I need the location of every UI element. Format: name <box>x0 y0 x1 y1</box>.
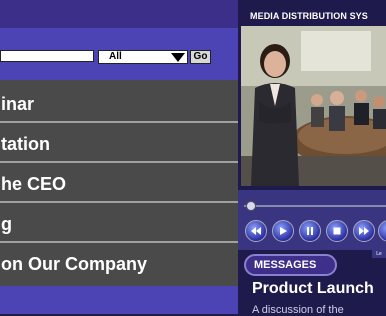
video-still-image <box>241 26 386 186</box>
menu-item-ceo[interactable]: he CEO <box>0 165 238 203</box>
video-frame[interactable] <box>241 26 386 186</box>
dropdown-arrow-icon[interactable] <box>171 53 185 62</box>
fast-forward-button[interactable] <box>353 220 375 242</box>
category-selected-value: All <box>109 51 122 62</box>
panel-title: MEDIA DISTRIBUTION SYS <box>250 11 368 21</box>
message-title[interactable]: Product Launch <box>252 280 374 298</box>
menu-item-webinar[interactable]: inar <box>0 85 238 123</box>
go-button[interactable]: Go <box>190 50 211 64</box>
left-footer <box>0 286 238 314</box>
left-panel: All Go inar tation he CEO g on Our Compa… <box>0 0 238 314</box>
rewind-icon <box>251 227 261 235</box>
menu-item-company[interactable]: on Our Company <box>0 245 238 283</box>
rewind-button[interactable] <box>245 220 267 242</box>
seek-bar[interactable] <box>244 205 386 207</box>
stop-button[interactable] <box>326 220 348 242</box>
category-select[interactable]: All <box>98 50 188 64</box>
pause-icon <box>307 227 313 235</box>
messages-tab[interactable]: MESSAGES <box>244 254 337 276</box>
fast-forward-icon <box>359 227 369 235</box>
small-badge: Le <box>372 250 386 258</box>
message-description: A discussion of the <box>252 304 344 316</box>
play-icon <box>280 227 287 235</box>
pause-button[interactable] <box>299 220 321 242</box>
stop-icon <box>333 227 341 235</box>
search-input[interactable] <box>0 50 94 62</box>
top-bar <box>0 0 238 28</box>
menu-item-presentation[interactable]: tation <box>0 125 238 163</box>
menu-item-g[interactable]: g <box>0 205 238 243</box>
play-button[interactable] <box>272 220 294 242</box>
